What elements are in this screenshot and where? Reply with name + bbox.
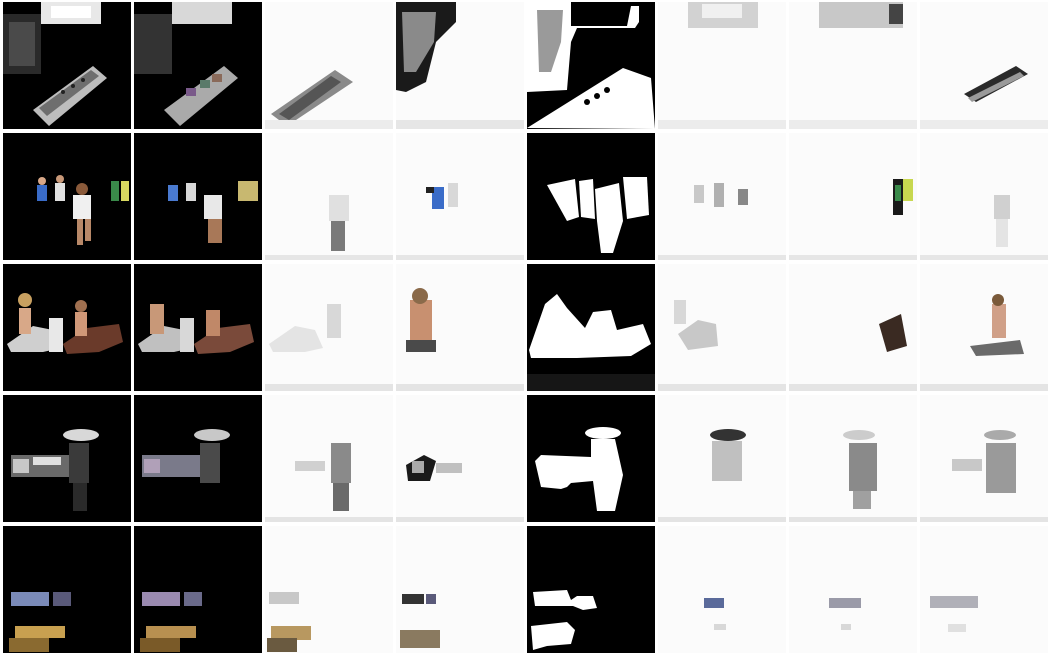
row3-col4-layer: [396, 264, 524, 391]
row1-col1-color-crop: [3, 2, 131, 129]
row1-col7-layer: [789, 2, 917, 129]
row2-col2-color-crop-blocky: [134, 133, 262, 260]
row3-col3-layer: [265, 264, 393, 391]
row2-col7-layer: [789, 133, 917, 260]
row2-col8-layer: [920, 133, 1048, 260]
row1-col2-color-crop-blocky: [134, 2, 262, 129]
row5-col4-layer: [396, 526, 524, 653]
row4-col1-color-crop: [3, 395, 131, 522]
row4-col3-layer: [265, 395, 393, 522]
row5-col7-layer: [789, 526, 917, 653]
image-grid: [0, 0, 1051, 657]
row2-col3-layer: [265, 133, 393, 260]
row4-col6-layer: [658, 395, 786, 522]
row3-col5-mask: [527, 264, 655, 391]
row2-col4-layer: [396, 133, 524, 260]
row5-col2-color-crop-blocky: [134, 526, 262, 653]
row5-col1-color-crop: [3, 526, 131, 653]
row5-col6-layer: [658, 526, 786, 653]
row1-col3-layer: [265, 2, 393, 129]
row3-col8-layer: [920, 264, 1048, 391]
row4-col5-mask: [527, 395, 655, 522]
row3-col6-layer: [658, 264, 786, 391]
row4-col7-layer: [789, 395, 917, 522]
row1-col5-mask: [527, 2, 655, 129]
row5-col5-mask: [527, 526, 655, 653]
row3-col1-color-crop: [3, 264, 131, 391]
row1-col6-layer: [658, 2, 786, 129]
row5-col3-layer: [265, 526, 393, 653]
row3-col7-layer: [789, 264, 917, 391]
row4-col2-color-crop-blocky: [134, 395, 262, 522]
row2-col5-mask: [527, 133, 655, 260]
row1-col4-layer: [396, 2, 524, 129]
row5-col8-layer: [920, 526, 1048, 653]
row4-col4-layer: [396, 395, 524, 522]
row1-col8-layer: [920, 2, 1048, 129]
row2-col6-layer: [658, 133, 786, 260]
row4-col8-layer: [920, 395, 1048, 522]
row2-col1-color-crop: [3, 133, 131, 260]
row3-col2-color-crop-blocky: [134, 264, 262, 391]
